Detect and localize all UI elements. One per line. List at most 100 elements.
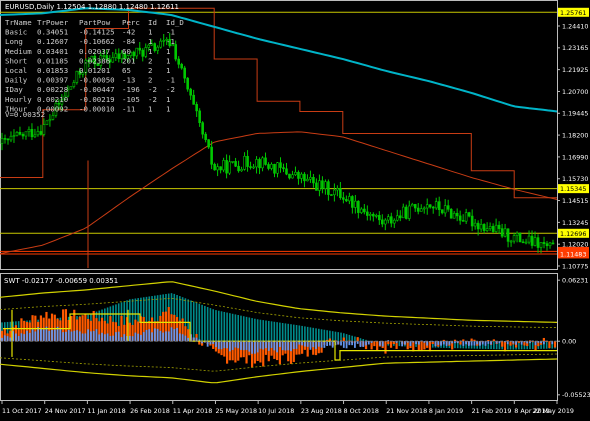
candle-body (392, 219, 396, 224)
candle-body (449, 208, 453, 219)
x-tick-label: 11 Jan 2018 (87, 407, 125, 415)
main-header: EURUSD,Daily 1.12504 1.12880 1.12480 1.1… (5, 3, 179, 11)
x-tick-label: 25 May 2018 (215, 407, 257, 415)
candle-body (312, 177, 315, 184)
candle-body (327, 181, 330, 195)
candle-body (309, 177, 312, 180)
candle-body (539, 242, 543, 248)
candle-body (3, 138, 7, 140)
stats-cell: -1 (166, 28, 175, 37)
candle-body (503, 228, 507, 237)
stats-cell: 0.01185 (37, 56, 68, 65)
stats-cell: 60 (122, 47, 131, 56)
candle-body (479, 224, 483, 230)
candle-body (297, 171, 300, 179)
candle-body (443, 205, 447, 214)
candle-body (464, 212, 468, 222)
candle-body (524, 241, 528, 244)
candle-body (111, 57, 115, 63)
candle-body (416, 207, 420, 212)
x-tick-label: 11 Oct 2017 (2, 407, 42, 415)
candle-body (318, 180, 321, 191)
candle-body (207, 139, 210, 148)
candle-body (413, 204, 417, 209)
candle-body (246, 155, 249, 167)
candle-body (342, 197, 345, 200)
candle-body (237, 165, 240, 172)
stats-cell: -1 (166, 37, 175, 46)
candle-body (527, 235, 531, 243)
candle-body (195, 104, 198, 112)
candle-body (234, 161, 237, 167)
candle-body (536, 237, 540, 248)
stats-cell: 0.00210 (37, 95, 68, 104)
y-tick-label: 1.23165 (562, 44, 588, 52)
candle-body (213, 163, 216, 171)
candle-body (138, 47, 142, 51)
candle-body (494, 224, 498, 232)
candle-body (6, 138, 10, 141)
candle-body (39, 131, 43, 135)
candle-body (192, 94, 195, 105)
y-tick-label: 1.19445 (562, 110, 588, 118)
candle-body (515, 232, 519, 236)
candle-body (324, 181, 327, 189)
candle-body (428, 204, 432, 208)
candle-body (156, 46, 160, 51)
candle-body (533, 237, 537, 246)
candle-body (18, 132, 22, 135)
candle-body (177, 58, 180, 65)
candle-body (198, 110, 201, 123)
candle-body (339, 188, 342, 198)
candle-body (72, 82, 76, 87)
stats-cell: Daily (5, 76, 28, 85)
candle-body (51, 115, 55, 120)
price-tag-label: 1.25761 (560, 9, 586, 17)
stats-cell: -0.00447 (79, 85, 115, 94)
stats-cell: -0.00010 (79, 104, 115, 113)
stats-cell: -42 (122, 28, 135, 37)
stats-cell: 1 (148, 104, 152, 113)
swt-y-tick-label: 0.00 (562, 338, 576, 346)
stats-cell: 0.03401 (37, 47, 68, 56)
x-tick-label: 23 Aug 2018 (301, 407, 342, 415)
stats-cell: 1 (166, 66, 170, 75)
stats-cell: Long (5, 37, 23, 46)
candle-body (431, 206, 435, 209)
candle-body (366, 211, 369, 216)
stats-cell: 2 (148, 66, 152, 75)
candle-body (273, 163, 276, 174)
candle-body (378, 215, 381, 221)
candle-body (174, 44, 177, 60)
candle-body (135, 47, 139, 57)
y-tick-label: 1.16990 (562, 153, 588, 161)
candle-body (419, 208, 423, 212)
stats-cell: 201 (122, 56, 135, 65)
stats-cell: 0.01201 (79, 66, 110, 75)
y-tick-label: 1.20700 (562, 88, 588, 96)
candle-body (21, 134, 25, 137)
y-tick-label: 1.18200 (562, 131, 588, 139)
candle-body (500, 228, 504, 237)
candle-body (264, 157, 267, 165)
y-tick-label: 1.13245 (562, 219, 588, 227)
candle-body (551, 242, 555, 245)
candle-body (384, 219, 387, 225)
candle-body (410, 204, 414, 207)
stats-header-cell: Perc (122, 18, 140, 27)
y-tick-label: 1.14515 (562, 197, 588, 205)
candle-body (482, 224, 486, 231)
candle-body (473, 222, 477, 227)
x-tick-label: 24 Nov 2017 (45, 407, 86, 415)
candle-body (348, 196, 351, 202)
candle-body (15, 132, 19, 136)
candle-body (243, 155, 246, 170)
candle-body (386, 216, 390, 221)
candle-body (12, 135, 16, 137)
stats-cell: 1 (166, 56, 170, 65)
candle-body (545, 243, 549, 247)
stats-cell: -2 (148, 85, 157, 94)
candle-body (458, 215, 462, 221)
candle-body (488, 226, 492, 229)
candle-body (132, 51, 136, 57)
